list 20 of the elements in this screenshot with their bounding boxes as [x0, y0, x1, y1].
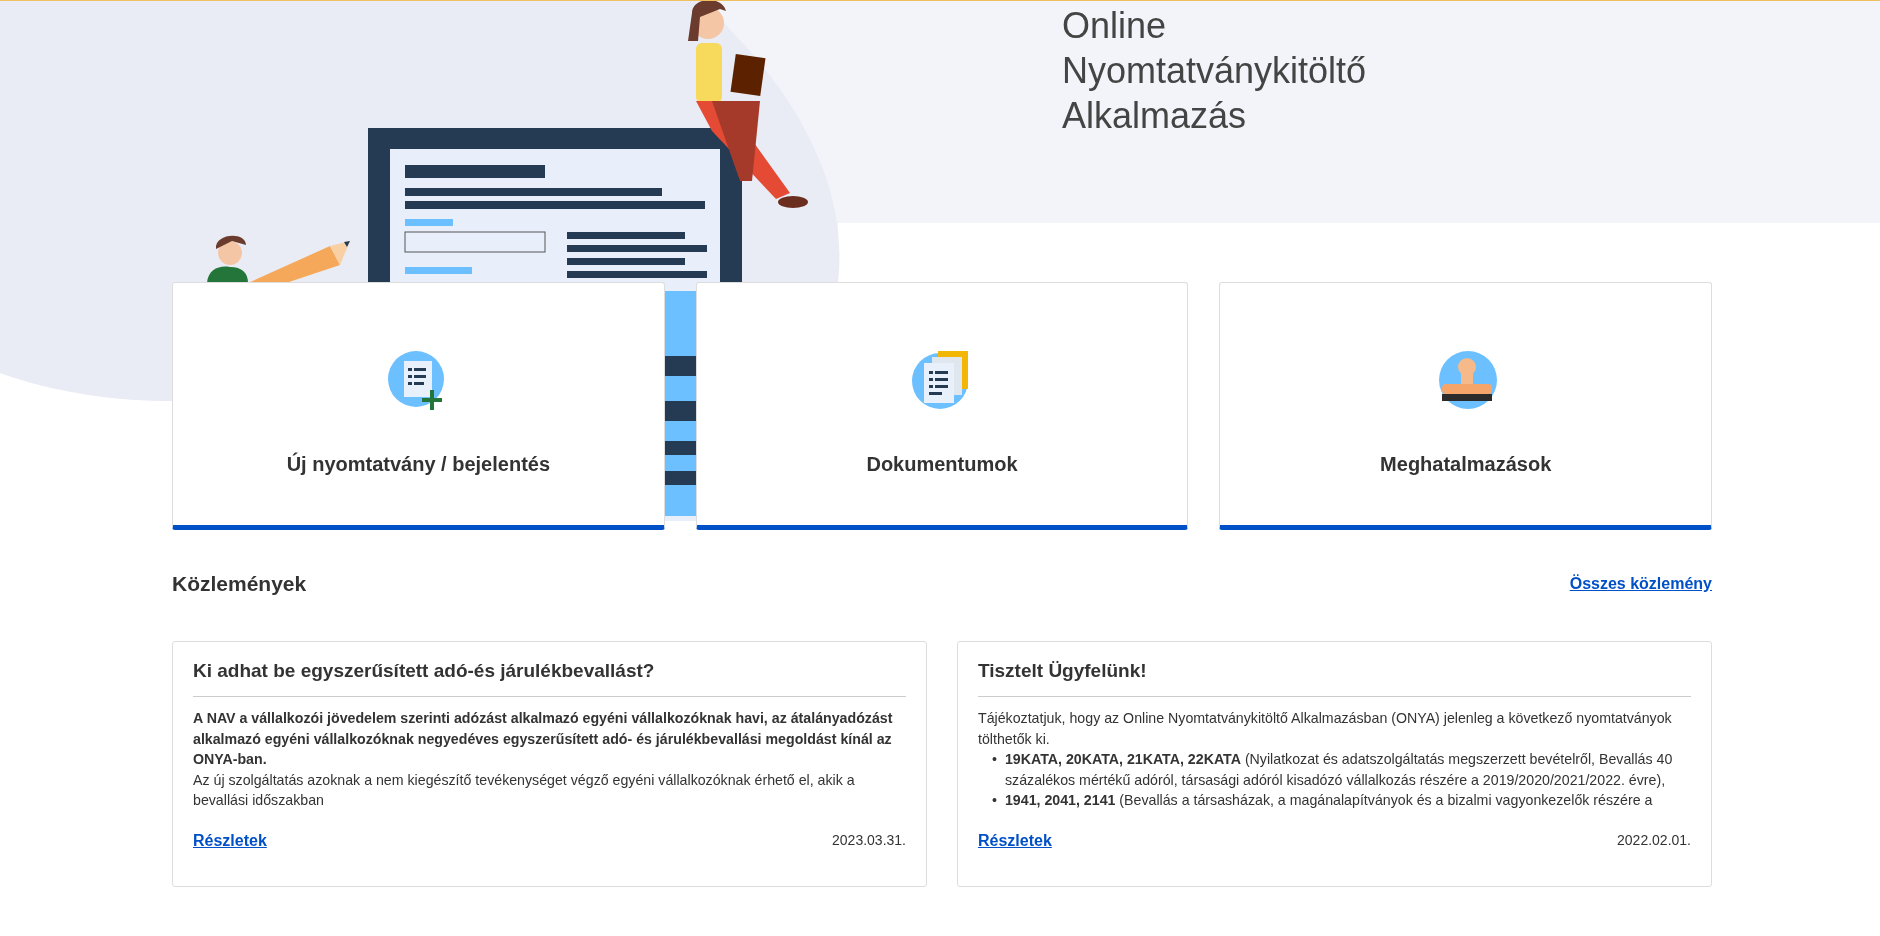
bullet-marker: •	[992, 791, 997, 810]
announcement-text: Az új szolgáltatás azoknak a nem kiegészítő tevékenységet végző egyéni vállalkozóknak érhető el, akik a bevallási időszakban	[193, 770, 856, 810]
announcement-date: 2023.03.31.	[832, 832, 906, 848]
all-announcements-link[interactable]: Összes közlemény	[1569, 575, 1712, 593]
announcement-text: Tájékoztatjuk, hogy az Online Nyomtatványkitöltő Alkalmazásban (ONYA) jelenleg a következő nyomtatványok tölthetők ki.	[978, 709, 1673, 749]
app-title: Online Nyomtatványkitöltő Alkalmazás	[1062, 4, 1367, 138]
announcement-date: 2022.02.01.	[1617, 832, 1691, 848]
details-link[interactable]: Részletek	[978, 832, 1052, 850]
list-item: 1941, 2041, 2141 (Bevallás a társasházak, a magánalapítványok és a bizalmi vagyonkezelők részére a	[1004, 791, 1653, 810]
tile-button[interactable]: Meghatalmazások	[1219, 282, 1712, 530]
announcement-title: Tisztelt Ügyfelünk!	[978, 660, 1691, 697]
announcement-text: A NAV a vállalkozói jövedelem szerinti adózást alkalmazó egyéni vállalkozóknak havi, az átalányadózást alkalmazó egyéni vállalkozóknak negyedéves egyszerűsített adó- és járulékbevallási megoldást kínál az ONYA-ban.	[193, 709, 894, 769]
list-item: 19KATA, 20KATA, 21KATA, 22KATA (Nyilatkozat és adatszolgáltatás megszerzett bevételről, Bevallás 40 százalékos mértékű adóról, társasági adóról kisadózó vállalkozás részére a 2019/2020/2021/2022. évre),	[1004, 750, 1674, 790]
tile-button[interactable]: Új nyomtatvány / bejelentés	[172, 282, 665, 530]
announcement-title: Ki adhat be egyszerűsített adó-és járulékbevallást?	[193, 660, 906, 697]
person-silhouette-drawing	[207, 235, 248, 283]
tile-button[interactable]: Dokumentumok	[695, 282, 1189, 530]
details-link[interactable]: Részletek	[193, 832, 267, 850]
section-heading: Közlemények	[172, 572, 307, 596]
bullet-marker: •	[992, 750, 997, 769]
